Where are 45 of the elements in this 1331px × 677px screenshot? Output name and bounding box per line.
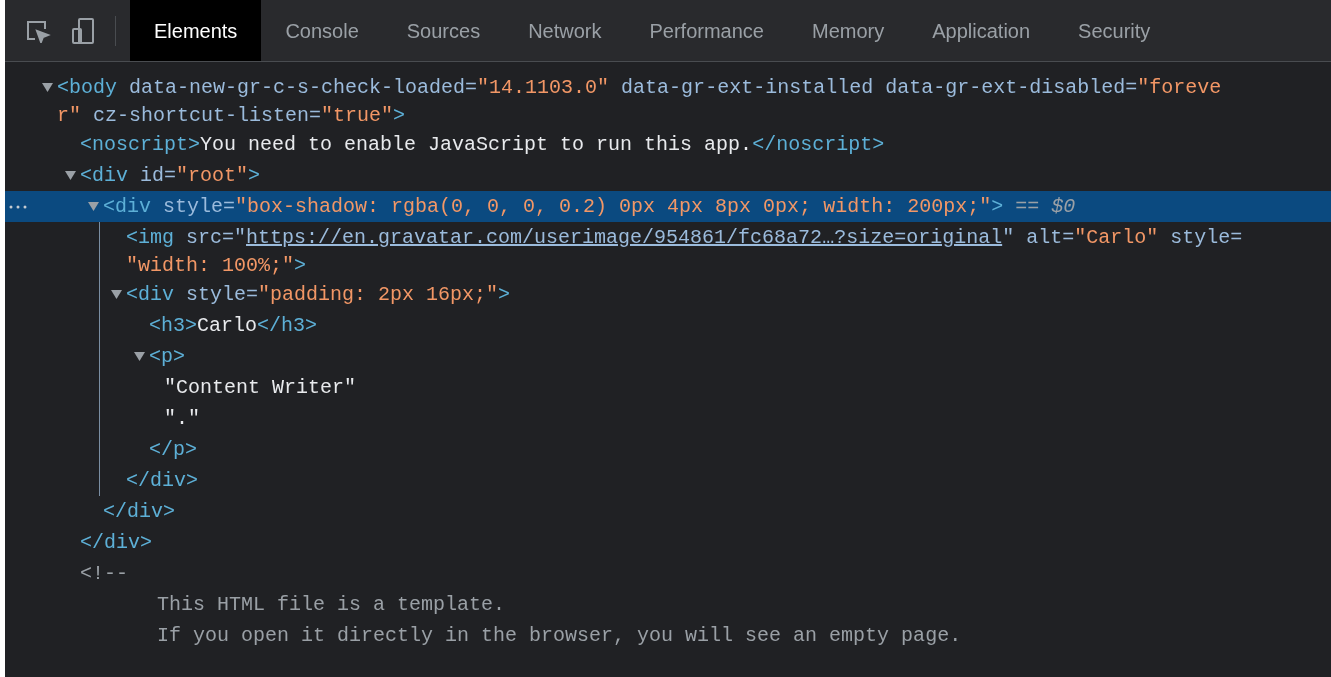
tree-row[interactable]: <div style="padding: 2px 16px;"> [5, 279, 1331, 310]
url-link[interactable]: https://en.gravatar.com/userimage/954861/fc68a72…?size=original [246, 225, 1003, 249]
code-line: <div style="box-shadow: rgba(0, 0, 0, 0.2) 0px 4px 8px 0px; width: 200px;"> [103, 193, 1004, 220]
tree-row[interactable]: <noscript>You need to enable JavaScript to run this app.</noscript> [5, 129, 1331, 160]
panel-tab[interactable]: Elements [130, 0, 262, 61]
code-line: </div> [103, 498, 175, 525]
code-line: <p> [149, 343, 185, 370]
panel-tab[interactable]: Application [908, 0, 1055, 61]
collapse-triangle-icon[interactable] [65, 170, 76, 181]
code-line: </div> [80, 529, 152, 556]
code-line: <!-- [80, 560, 128, 587]
panel-tab[interactable]: Memory [788, 0, 909, 61]
tree-row[interactable]: <h3>Carlo</h3> [5, 310, 1331, 341]
code-line: "width: 100%;"> [126, 253, 307, 279]
tree-row[interactable]: <img src="https://en.gravatar.com/userimage/954861/fc68a72…?size=original" alt="Carlo" style= [5, 222, 1331, 253]
code-line: This HTML file is a template. [157, 591, 506, 618]
collapse-triangle-icon[interactable] [88, 201, 99, 212]
collapse-triangle-icon[interactable] [42, 82, 53, 93]
device-toolbar-icon[interactable] [71, 16, 95, 45]
panel-tab[interactable]: Console [261, 0, 383, 61]
collapse-triangle-icon[interactable] [134, 351, 145, 362]
code-line: </div> [126, 467, 198, 494]
panel-tab[interactable]: Network [504, 0, 626, 61]
code-line: </p> [149, 436, 197, 463]
code-line: r" cz-shortcut-listen="true"> [57, 103, 406, 129]
code-line: <div id="root"> [80, 162, 261, 189]
code-line: If you open it directly in the browser, you will see an empty page. [157, 622, 962, 649]
more-options-icon[interactable] [9, 205, 27, 209]
panel-tab[interactable]: Performance [625, 0, 788, 61]
tree-row[interactable]: <div id="root"> [5, 160, 1331, 191]
panel-tab[interactable]: Security [1054, 0, 1175, 61]
tree-row[interactable]: <body data-new-gr-c-s-check-loaded="14.1103.0" data-gr-ext-installed data-gr-ext-disabled="foreve [5, 72, 1331, 103]
code-line: <img src="https://en.gravatar.com/userimage/954861/fc68a72…?size=original" alt="Carlo" style= [126, 224, 1243, 251]
code-line: <div style="padding: 2px 16px;"> [126, 281, 511, 308]
code-line: <noscript>You need to enable JavaScript to run this app.</noscript> [80, 131, 885, 158]
code-line: <h3>Carlo</h3> [149, 312, 318, 339]
tree-row[interactable]: <p> [5, 341, 1331, 372]
code-line: "Content Writer" [164, 374, 357, 401]
inspect-element-icon[interactable] [25, 18, 51, 43]
panel-tab[interactable]: Sources [382, 0, 505, 61]
code-line: "." [164, 405, 200, 432]
collapse-triangle-icon[interactable] [111, 289, 122, 300]
selected-row-highlight[interactable]: <div style="box-shadow: rgba(0, 0, 0, 0.2) 0px 4px 8px 0px; width: 200px;"> == $0 [5, 191, 1331, 222]
selected-node-marker: == $0 [1015, 193, 1076, 220]
code-line: <body data-new-gr-c-s-check-loaded="14.1103.0" data-gr-ext-installed data-gr-ext-disabled="foreve [57, 74, 1222, 101]
